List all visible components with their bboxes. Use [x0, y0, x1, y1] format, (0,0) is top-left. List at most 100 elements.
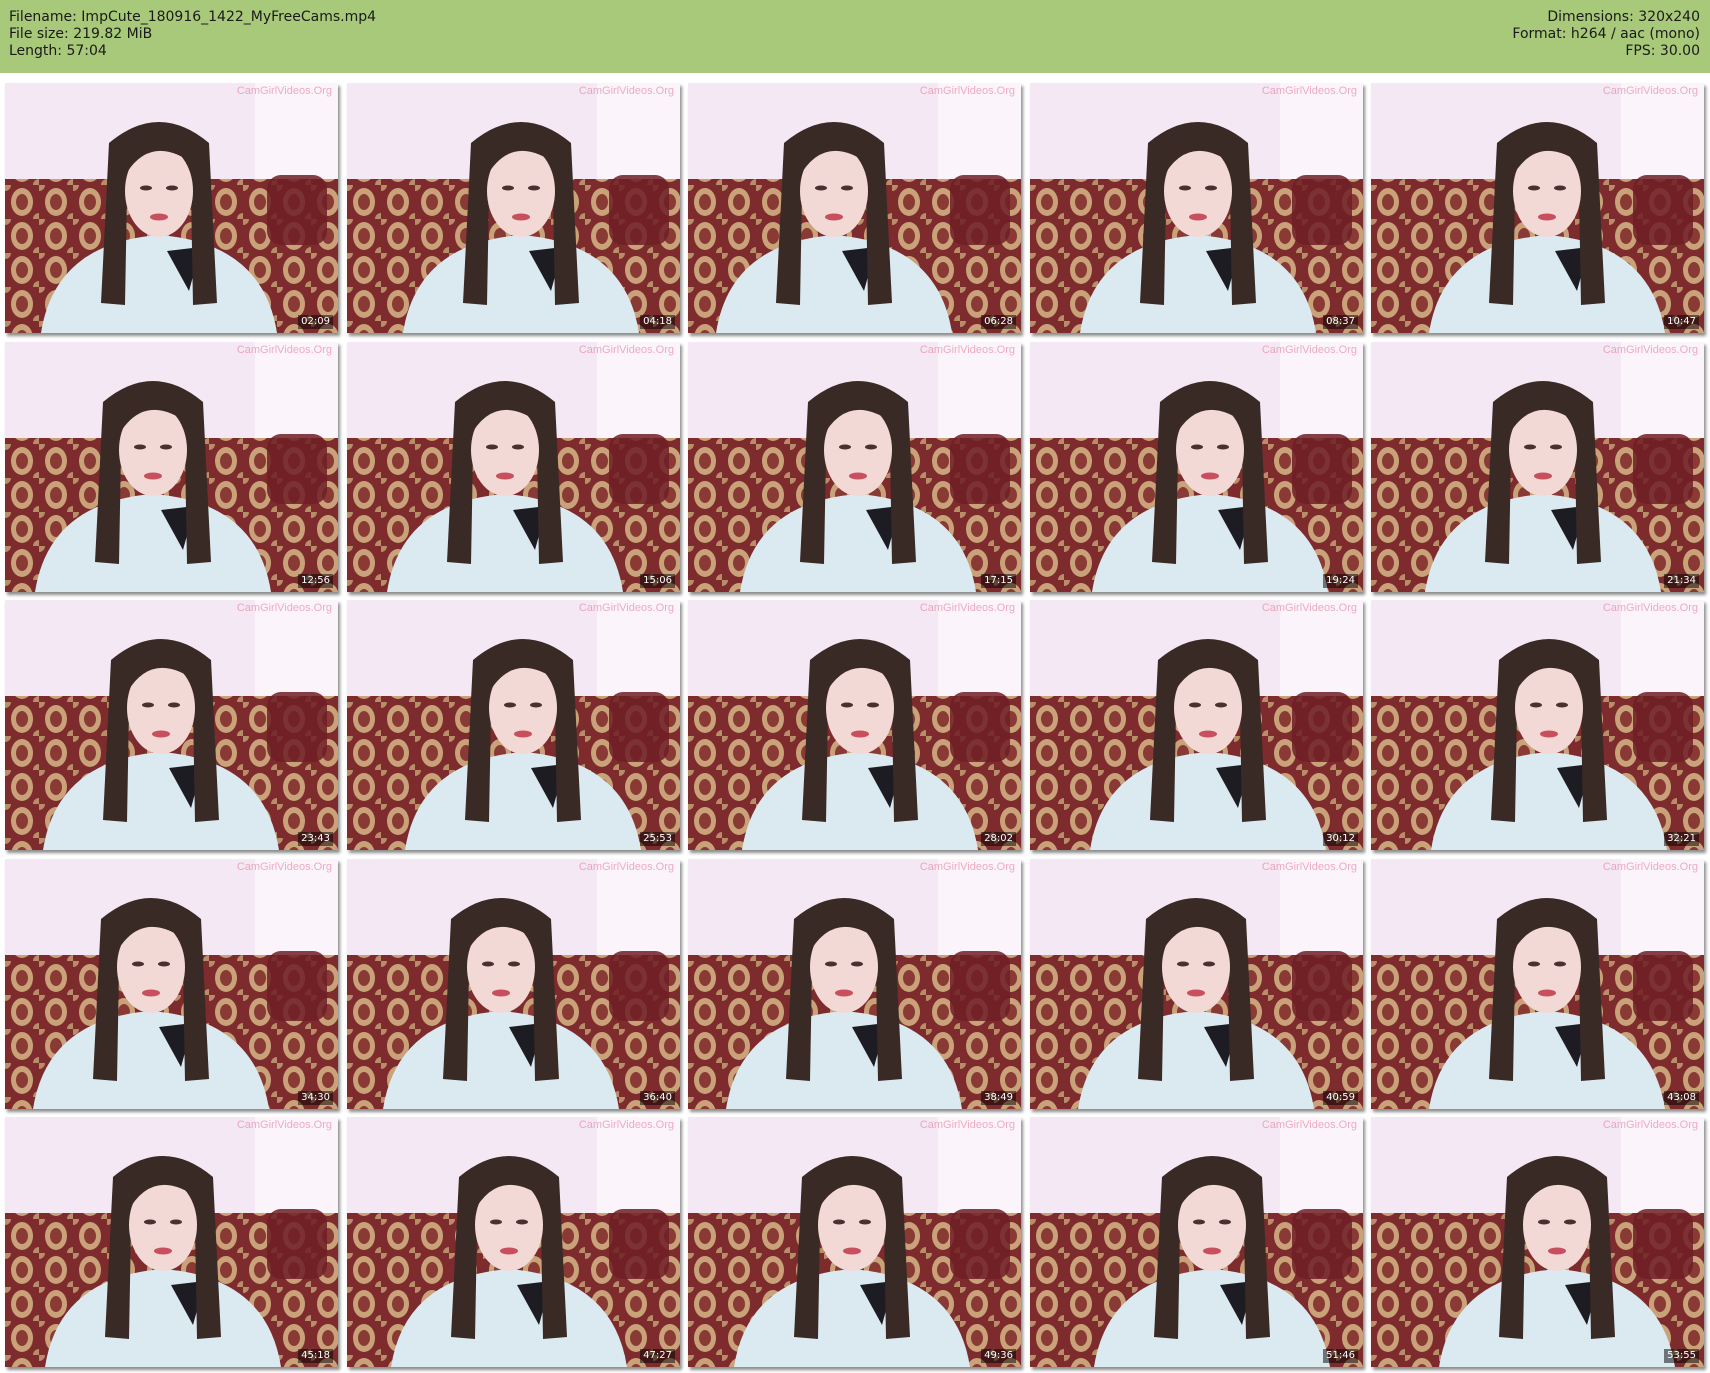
thumbnail-frame: CamGirlVideos.Org 02:09 — [5, 83, 338, 333]
frame-scene — [5, 600, 338, 850]
thumbnail-frame: CamGirlVideos.Org 38:49 — [688, 859, 1021, 1109]
frame-scene — [5, 342, 338, 592]
watermark-text: CamGirlVideos.Org — [578, 344, 674, 356]
thumbnail-frame: CamGirlVideos.Org 34:30 — [5, 859, 338, 1109]
thumbnail-frame: CamGirlVideos.Org 04:18 — [347, 83, 680, 333]
thumbnail-frame: CamGirlVideos.Org 49:36 — [688, 1117, 1021, 1367]
frame-scene — [688, 859, 1021, 1109]
frame-scene — [1371, 342, 1704, 592]
timestamp-label: 38:49 — [981, 1091, 1016, 1105]
thumbnail-frame: CamGirlVideos.Org 43:08 — [1371, 859, 1704, 1109]
watermark-text: CamGirlVideos.Org — [1602, 602, 1698, 614]
thumbnail-frame: CamGirlVideos.Org 40:59 — [1030, 859, 1363, 1109]
watermark-text: CamGirlVideos.Org — [236, 85, 332, 97]
timestamp-label: 30:12 — [1323, 832, 1358, 846]
frame-scene — [688, 342, 1021, 592]
frame-scene — [1371, 1117, 1704, 1367]
timestamp-label: 43:08 — [1664, 1091, 1699, 1105]
frame-scene — [1030, 600, 1363, 850]
watermark-text: CamGirlVideos.Org — [578, 1119, 674, 1131]
frame-scene — [1030, 342, 1363, 592]
thumbnail-frame: CamGirlVideos.Org 36:40 — [347, 859, 680, 1109]
watermark-text: CamGirlVideos.Org — [1261, 344, 1357, 356]
timestamp-label: 32:21 — [1664, 832, 1699, 846]
frame-scene — [347, 1117, 680, 1367]
thumbnail-frame: CamGirlVideos.Org 51:46 — [1030, 1117, 1363, 1367]
watermark-text: CamGirlVideos.Org — [578, 85, 674, 97]
frame-scene — [347, 859, 680, 1109]
watermark-text: CamGirlVideos.Org — [578, 602, 674, 614]
timestamp-label: 17:15 — [981, 574, 1016, 588]
timestamp-label: 40:59 — [1323, 1091, 1358, 1105]
watermark-text: CamGirlVideos.Org — [1261, 602, 1357, 614]
thumbnail-frame: CamGirlVideos.Org 08:37 — [1030, 83, 1363, 333]
frame-scene — [1030, 83, 1363, 333]
timestamp-label: 45:18 — [298, 1349, 333, 1363]
frame-scene — [688, 83, 1021, 333]
timestamp-label: 25:53 — [640, 832, 675, 846]
timestamp-label: 08:37 — [1323, 315, 1358, 329]
watermark-text: CamGirlVideos.Org — [919, 344, 1015, 356]
timestamp-label: 12:56 — [298, 574, 333, 588]
frame-scene — [5, 1117, 338, 1367]
watermark-text: CamGirlVideos.Org — [1261, 85, 1357, 97]
watermark-text: CamGirlVideos.Org — [919, 861, 1015, 873]
frame-scene — [347, 83, 680, 333]
timestamp-label: 04:18 — [640, 315, 675, 329]
thumbnail-frame: CamGirlVideos.Org 19:24 — [1030, 342, 1363, 592]
timestamp-label: 47:27 — [640, 1349, 675, 1363]
thumbnail-frame: CamGirlVideos.Org 10:47 — [1371, 83, 1704, 333]
watermark-text: CamGirlVideos.Org — [1602, 344, 1698, 356]
timestamp-label: 10:47 — [1664, 315, 1699, 329]
thumbnail-frame: CamGirlVideos.Org 28:02 — [688, 600, 1021, 850]
watermark-text: CamGirlVideos.Org — [1602, 861, 1698, 873]
watermark-text: CamGirlVideos.Org — [919, 85, 1015, 97]
timestamp-label: 34:30 — [298, 1091, 333, 1105]
frame-scene — [1030, 1117, 1363, 1367]
watermark-text: CamGirlVideos.Org — [236, 602, 332, 614]
timestamp-label: 53:55 — [1664, 1349, 1699, 1363]
timestamp-label: 21:34 — [1664, 574, 1699, 588]
timestamp-label: 49:36 — [981, 1349, 1016, 1363]
frame-scene — [5, 859, 338, 1109]
timestamp-label: 19:24 — [1323, 574, 1358, 588]
thumbnail-grid: CamGirlVideos.Org 02:09 CamGirlVideos.Org 0… — [0, 0, 1710, 1373]
thumbnail-frame: CamGirlVideos.Org 12:56 — [5, 342, 338, 592]
thumbnail-frame: CamGirlVideos.Org 25:53 — [347, 600, 680, 850]
thumbnail-frame: CamGirlVideos.Org 06:28 — [688, 83, 1021, 333]
watermark-text: CamGirlVideos.Org — [1261, 861, 1357, 873]
thumbnail-frame: CamGirlVideos.Org 17:15 — [688, 342, 1021, 592]
frame-scene — [1371, 859, 1704, 1109]
thumbnail-frame: CamGirlVideos.Org 32:21 — [1371, 600, 1704, 850]
timestamp-label: 23:43 — [298, 832, 333, 846]
watermark-text: CamGirlVideos.Org — [578, 861, 674, 873]
watermark-text: CamGirlVideos.Org — [919, 1119, 1015, 1131]
thumbnail-frame: CamGirlVideos.Org 45:18 — [5, 1117, 338, 1367]
timestamp-label: 28:02 — [981, 832, 1016, 846]
watermark-text: CamGirlVideos.Org — [1261, 1119, 1357, 1131]
timestamp-label: 06:28 — [981, 315, 1016, 329]
frame-scene — [347, 342, 680, 592]
thumbnail-frame: CamGirlVideos.Org 23:43 — [5, 600, 338, 850]
frame-scene — [1030, 859, 1363, 1109]
thumbnail-frame: CamGirlVideos.Org 21:34 — [1371, 342, 1704, 592]
frame-scene — [1371, 83, 1704, 333]
frame-scene — [347, 600, 680, 850]
watermark-text: CamGirlVideos.Org — [236, 1119, 332, 1131]
thumbnail-frame: CamGirlVideos.Org 15:06 — [347, 342, 680, 592]
watermark-text: CamGirlVideos.Org — [1602, 85, 1698, 97]
thumbnail-frame: CamGirlVideos.Org 53:55 — [1371, 1117, 1704, 1367]
frame-scene — [1371, 600, 1704, 850]
timestamp-label: 51:46 — [1323, 1349, 1358, 1363]
timestamp-label: 36:40 — [640, 1091, 675, 1105]
timestamp-label: 15:06 — [640, 574, 675, 588]
watermark-text: CamGirlVideos.Org — [1602, 1119, 1698, 1131]
watermark-text: CamGirlVideos.Org — [236, 344, 332, 356]
frame-scene — [688, 600, 1021, 850]
frame-scene — [688, 1117, 1021, 1367]
timestamp-label: 02:09 — [298, 315, 333, 329]
frame-scene — [5, 83, 338, 333]
thumbnail-frame: CamGirlVideos.Org 30:12 — [1030, 600, 1363, 850]
thumbnail-frame: CamGirlVideos.Org 47:27 — [347, 1117, 680, 1367]
watermark-text: CamGirlVideos.Org — [236, 861, 332, 873]
